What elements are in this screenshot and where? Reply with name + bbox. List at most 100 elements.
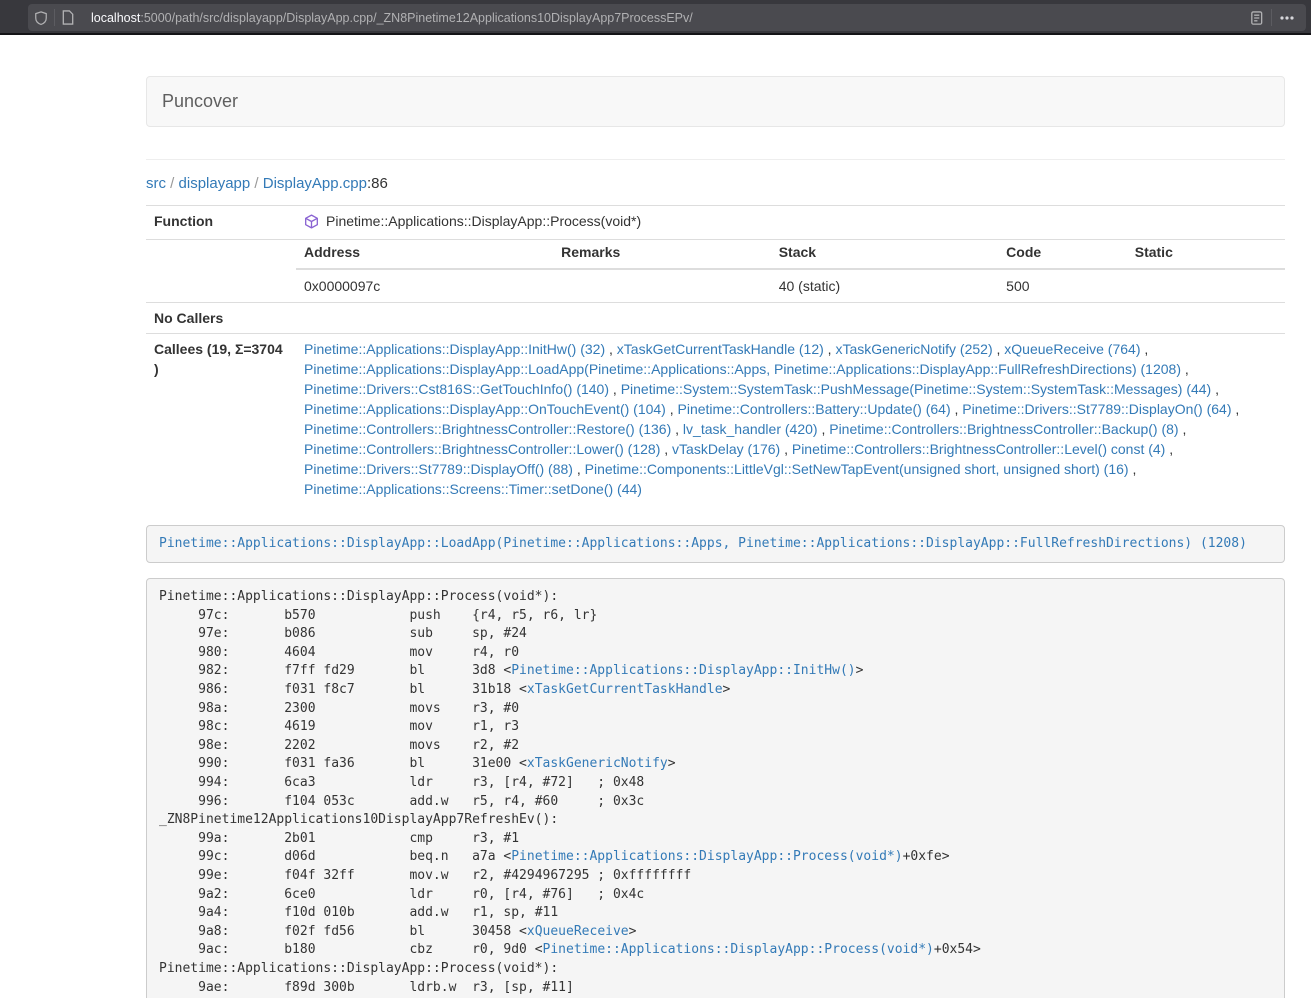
static-value [1127, 269, 1285, 302]
breadcrumb-link[interactable]: DisplayApp.cpp [263, 175, 367, 192]
callee-separator: , [993, 341, 1005, 357]
callee-link[interactable]: Pinetime::Drivers::St7789::DisplayOff() … [304, 461, 573, 477]
source-line-snippet: Pinetime::Applications::DisplayApp::Load… [146, 525, 1285, 564]
asm-symbol-link[interactable]: xTaskGetCurrentTaskHandle [527, 682, 723, 697]
callee-separator: , [1181, 361, 1189, 377]
asm-symbol-link[interactable]: Pinetime::Applications::DisplayApp::Proc… [511, 849, 902, 864]
asm-text: > [723, 682, 731, 697]
asm-symbol-link[interactable]: xQueueReceive [527, 924, 629, 939]
table-row-no-callers: No Callers [146, 302, 1285, 333]
breadcrumb-separator: / [166, 175, 179, 192]
callee-separator: , [1232, 401, 1240, 417]
callee-link[interactable]: lv_task_handler (420) [683, 421, 818, 437]
callee-link[interactable]: Pinetime::Applications::DisplayApp::OnTo… [304, 401, 666, 417]
callee-separator: , [666, 401, 678, 417]
callers-cell [296, 302, 1285, 333]
page-actions-icon[interactable] [1272, 4, 1302, 31]
reader-mode-icon[interactable] [1241, 4, 1271, 31]
callee-link[interactable]: xTaskGetCurrentTaskHandle (12) [617, 341, 824, 357]
callee-separator: , [1129, 461, 1137, 477]
asm-text: 97c: b570 push {r4, r5, r6, lr} [159, 608, 597, 623]
table-row: 0x0000097c 40 (static) 500 [296, 269, 1285, 302]
stats-row-spacer [146, 239, 296, 302]
url-path: :5000/path/src/displayapp/DisplayApp.cpp… [140, 11, 692, 25]
column-header-code: Code [998, 240, 1127, 269]
asm-symbol-link[interactable]: xTaskGenericNotify [527, 756, 668, 771]
asm-symbol-link[interactable]: Pinetime::Applications::DisplayApp::Proc… [543, 942, 934, 957]
callee-link[interactable]: Pinetime::Applications::DisplayApp::Load… [304, 361, 1181, 377]
callee-link[interactable]: Pinetime::Applications::DisplayApp::Init… [304, 341, 605, 357]
callee-link[interactable]: Pinetime::Applications::Screens::Timer::… [304, 481, 642, 497]
callee-separator: , [573, 461, 585, 477]
asm-text: Pinetime::Applications::DisplayApp::Proc… [159, 589, 558, 604]
asm-symbol-link[interactable]: Pinetime::Applications::DisplayApp::Init… [511, 663, 855, 678]
callee-link[interactable]: Pinetime::System::SystemTask::PushMessag… [621, 381, 1212, 397]
divider [146, 159, 1285, 160]
asm-text: 982: f7ff fd29 bl 3d8 < [159, 663, 511, 678]
breadcrumb-link[interactable]: displayapp [179, 175, 251, 192]
callee-separator: , [824, 341, 836, 357]
callee-separator: , [1211, 381, 1219, 397]
asm-text: 9a2: 6ce0 ldr r0, [r4, #76] ; 0x4c [159, 887, 644, 902]
assembly-listing: Pinetime::Applications::DisplayApp::Proc… [146, 578, 1285, 998]
table-row-stats: Address Remarks Stack Code Static 0x0000… [146, 239, 1285, 302]
url-host: localhost [91, 11, 140, 25]
callee-link[interactable]: xTaskGenericNotify (252) [835, 341, 992, 357]
asm-text: 9a4: f10d 010b add.w r1, sp, #11 [159, 905, 558, 920]
callee-separator: , [951, 401, 963, 417]
page-container: Puncover src / displayapp / DisplayApp.c… [146, 76, 1285, 998]
asm-text: > [668, 756, 676, 771]
url-text[interactable]: localhost:5000/path/src/displayapp/Displ… [91, 11, 1241, 25]
asm-text: Pinetime::Applications::DisplayApp::Proc… [159, 961, 558, 976]
callee-link[interactable]: Pinetime::Components::LittleVgl::SetNewT… [585, 461, 1129, 477]
callee-link[interactable]: xQueueReceive (764) [1004, 341, 1140, 357]
address-bar[interactable]: localhost:5000/path/src/displayapp/Displ… [28, 4, 1306, 31]
asm-text: +0x54> [934, 942, 981, 957]
table-row-callees: Callees (19, Σ=3704 ) Pinetime::Applicat… [146, 333, 1285, 504]
asm-text: 9ac: b180 cbz r0, 9d0 < [159, 942, 543, 957]
shield-icon[interactable] [28, 4, 54, 31]
callee-link[interactable]: Pinetime::Drivers::Cst816S::GetTouchInfo… [304, 381, 609, 397]
callee-link[interactable]: vTaskDelay (176) [672, 441, 780, 457]
function-row-label: Function [146, 206, 296, 240]
stack-value: 40 (static) [771, 269, 998, 302]
column-header-static: Static [1127, 240, 1285, 269]
asm-text: 9ae: f89d 300b ldrb.w r3, [sp, #11] [159, 980, 574, 995]
callee-separator: , [818, 421, 830, 437]
function-facts-table: Function Pinetime::Applications::Display… [146, 205, 1285, 504]
callee-separator: , [1140, 341, 1148, 357]
breadcrumb-line-number: :86 [367, 175, 388, 192]
code-size-value: 500 [998, 269, 1127, 302]
column-header-stack: Stack [771, 240, 998, 269]
function-name: Pinetime::Applications::DisplayApp::Proc… [326, 211, 641, 231]
asm-text: +0xfe> [903, 849, 950, 864]
callee-separator: , [780, 441, 792, 457]
remarks-value [553, 269, 771, 302]
callee-link[interactable]: Pinetime::Controllers::BrightnessControl… [304, 441, 660, 457]
asm-text: 986: f031 f8c7 bl 31b18 < [159, 682, 527, 697]
asm-text: 98e: 2202 movs r2, #2 [159, 738, 519, 753]
table-row-function: Function Pinetime::Applications::Display… [146, 206, 1285, 240]
callee-link[interactable]: Pinetime::Controllers::BrightnessControl… [304, 421, 671, 437]
snippet-symbol-link[interactable]: Pinetime::Applications::DisplayApp::Load… [159, 536, 1247, 551]
address-value: 0x0000097c [296, 269, 553, 302]
page-info-icon[interactable] [55, 4, 81, 31]
breadcrumb: src / displayapp / DisplayApp.cpp:86 [146, 175, 1285, 192]
callee-link[interactable]: Pinetime::Controllers::BrightnessControl… [792, 441, 1165, 457]
breadcrumb-separator: / [250, 175, 263, 192]
callee-link[interactable]: Pinetime::Controllers::Battery::Update()… [678, 401, 951, 417]
asm-text: 98c: 4619 mov r1, r3 [159, 719, 519, 734]
callee-link[interactable]: Pinetime::Controllers::BrightnessControl… [829, 421, 1178, 437]
asm-text: 99c: d06d beq.n a7a < [159, 849, 511, 864]
column-header-address: Address [296, 240, 553, 269]
asm-text: 990: f031 fa36 bl 31e00 < [159, 756, 527, 771]
asm-text: 994: 6ca3 ldr r3, [r4, #72] ; 0x48 [159, 775, 644, 790]
asm-text: > [629, 924, 637, 939]
app-header: Puncover [146, 76, 1285, 127]
breadcrumb-link[interactable]: src [146, 175, 166, 192]
asm-text: _ZN8Pinetime12Applications10DisplayApp7R… [159, 812, 558, 827]
asm-text: 99e: f04f 32ff mov.w r2, #4294967295 ; 0… [159, 868, 691, 883]
callee-separator: , [660, 441, 672, 457]
stats-table: Address Remarks Stack Code Static 0x0000… [296, 240, 1285, 302]
callee-link[interactable]: Pinetime::Drivers::St7789::DisplayOn() (… [962, 401, 1231, 417]
